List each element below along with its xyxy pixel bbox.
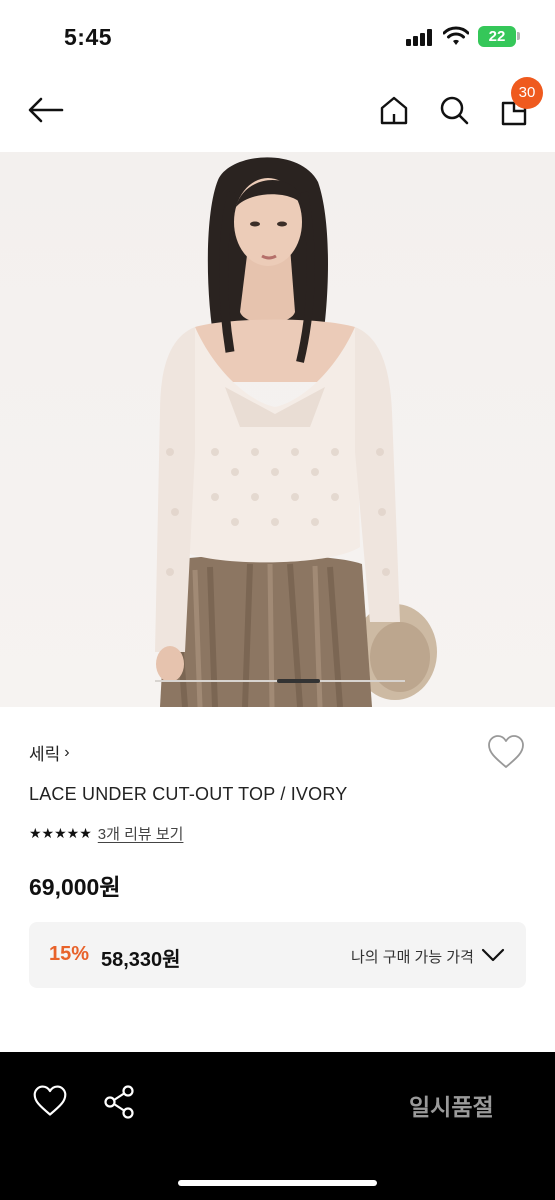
brand-link[interactable]: 세릭 › bbox=[29, 740, 70, 765]
search-icon bbox=[440, 96, 469, 125]
heart-icon bbox=[33, 1085, 67, 1116]
bottom-action-bar: 일시품절 bbox=[0, 1052, 555, 1200]
home-icon bbox=[380, 96, 408, 125]
back-arrow-icon bbox=[28, 97, 64, 123]
share-button[interactable] bbox=[102, 1084, 138, 1120]
share-icon bbox=[104, 1085, 134, 1119]
battery-nub bbox=[517, 32, 520, 40]
wifi-icon bbox=[442, 26, 470, 46]
brand-name: 세릭 bbox=[29, 745, 61, 764]
wishlist-button[interactable] bbox=[486, 734, 526, 774]
top-navigation bbox=[0, 80, 555, 142]
bottom-wishlist-button[interactable] bbox=[32, 1084, 70, 1120]
discount-price: 58,330원 bbox=[101, 949, 181, 971]
home-indicator bbox=[178, 1180, 377, 1186]
star-rating-icon: ★★★★★ bbox=[29, 825, 92, 841]
chevron-right-icon: › bbox=[64, 743, 70, 761]
search-button[interactable] bbox=[434, 90, 474, 130]
status-bar: 5:45 22 bbox=[0, 0, 555, 70]
rating-row: ★★★★★ 3개 리뷰 보기 bbox=[29, 823, 183, 844]
soldout-button[interactable]: 일시품절 bbox=[409, 1088, 494, 1122]
member-price-label: 나의 구매 가능 가격 bbox=[351, 949, 474, 966]
product-photo[interactable] bbox=[0, 152, 555, 707]
heart-outline-icon bbox=[488, 735, 524, 768]
status-time: 5:45 bbox=[64, 24, 113, 50]
expand-toggle[interactable] bbox=[478, 940, 508, 970]
product-name: LACE UNDER CUT-OUT TOP / IVORY bbox=[29, 784, 348, 804]
review-link[interactable]: 3개 리뷰 보기 bbox=[98, 823, 184, 844]
home-button[interactable] bbox=[374, 90, 414, 130]
cart-count-badge: 30 bbox=[511, 77, 543, 109]
chevron-down-icon bbox=[481, 948, 505, 962]
battery-icon: 22 bbox=[478, 26, 516, 47]
member-price-box[interactable]: 15% 58,330원 나의 구매 가능 가격 bbox=[29, 922, 526, 988]
signal-icon bbox=[406, 29, 434, 46]
product-price: 69,000원 bbox=[29, 874, 121, 900]
carousel-indicator bbox=[277, 679, 320, 683]
back-button[interactable] bbox=[22, 90, 70, 130]
discount-rate: 15% bbox=[49, 943, 90, 965]
